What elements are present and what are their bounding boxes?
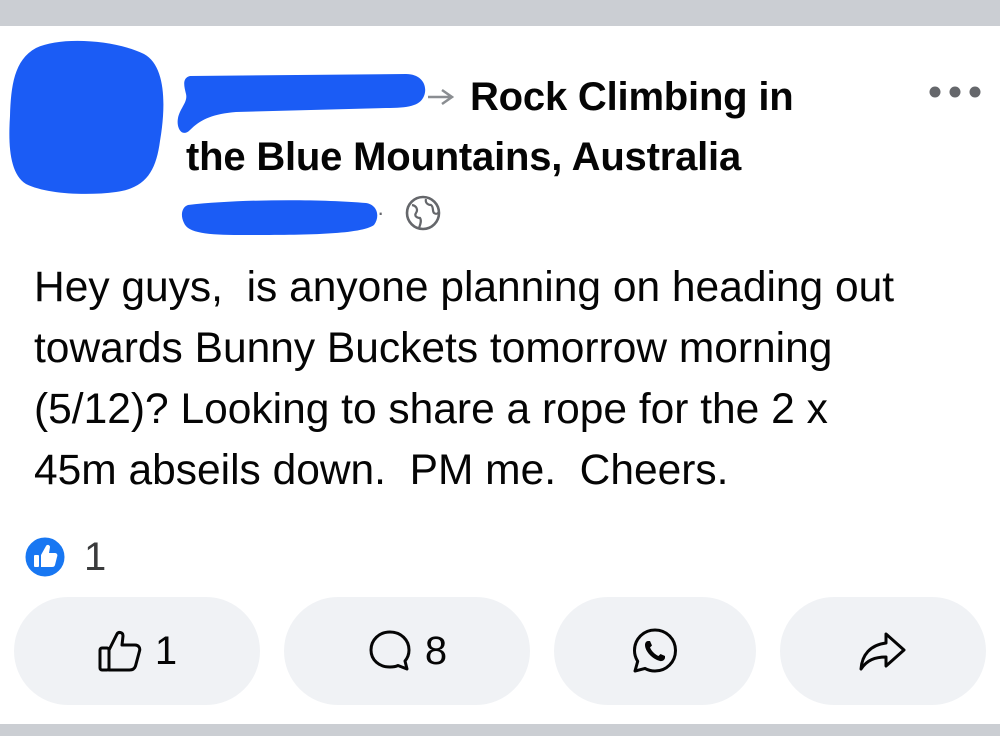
like-reaction-icon[interactable] <box>22 534 68 580</box>
reaction-count[interactable]: 1 <box>84 533 106 581</box>
comment-icon <box>369 630 411 671</box>
globe-icon <box>405 195 441 231</box>
more-horizontal-icon[interactable] <box>924 80 986 104</box>
poster-name-redacted[interactable] <box>176 68 428 140</box>
thumbs-up-icon <box>98 630 142 672</box>
comment-count: 8 <box>424 629 448 673</box>
top-frame-band <box>0 0 1000 26</box>
comment-button[interactable]: 8 <box>284 597 530 705</box>
avatar-redacted[interactable] <box>6 36 166 196</box>
group-arrow-separator <box>428 88 454 106</box>
timestamp-redacted[interactable] <box>180 195 380 239</box>
whatsapp-share-button[interactable] <box>554 597 756 705</box>
post-text: Hey guys, is anyone planning on heading … <box>34 257 994 501</box>
share-button[interactable] <box>780 597 986 705</box>
group-name[interactable]: Rock Climbing in <box>470 72 794 122</box>
post-text-line: Hey guys, is anyone planning on heading … <box>34 264 895 311</box>
post-text-line: 45m abseils down. PM me. Cheers. <box>34 447 729 494</box>
bottom-frame-band <box>0 724 1000 736</box>
share-icon <box>859 632 906 671</box>
like-count: 1 <box>154 629 178 673</box>
post-text-line: (5/12)? Looking to share a rope for the … <box>34 386 828 433</box>
post-text-line: towards Bunny Buckets tomorrow morning <box>34 325 833 372</box>
group-name-continued[interactable]: the Blue Mountains, Australia <box>186 132 741 182</box>
whatsapp-icon <box>633 628 677 673</box>
like-button[interactable]: 1 <box>14 597 260 705</box>
timestamp-separator-dot: · <box>377 200 385 225</box>
